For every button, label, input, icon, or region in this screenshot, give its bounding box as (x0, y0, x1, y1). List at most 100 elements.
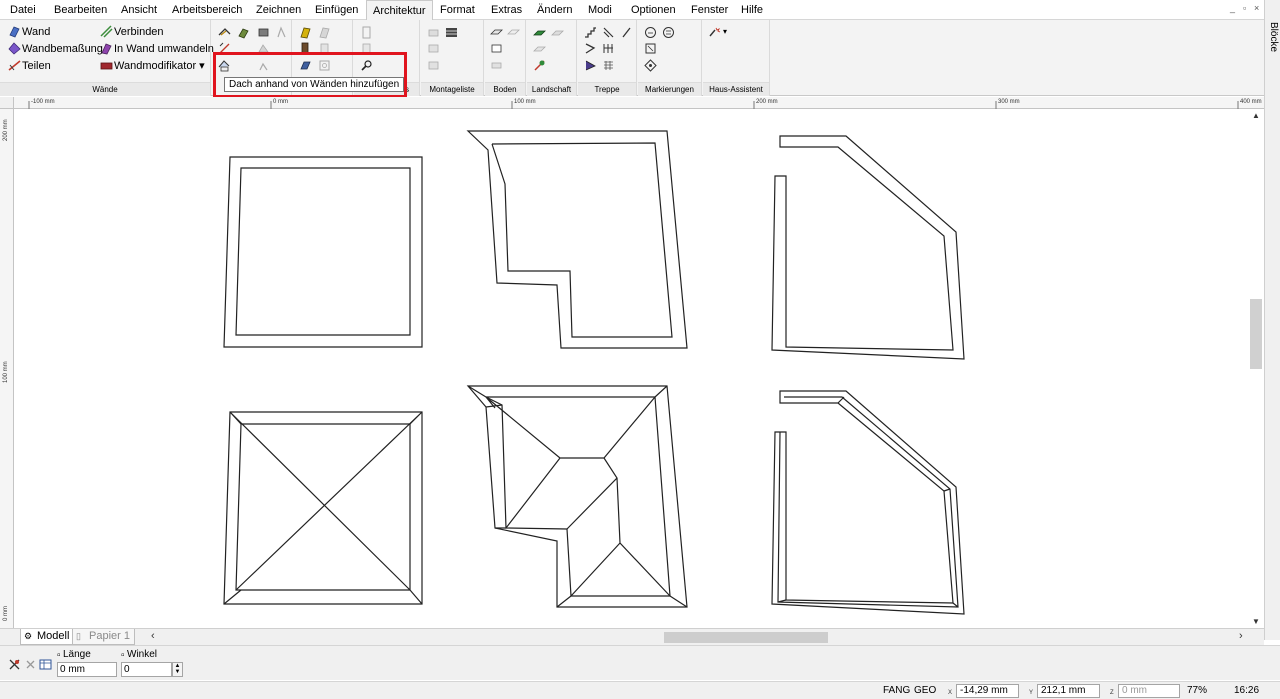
stair-icon[interactable] (584, 26, 597, 39)
menu-datei[interactable]: Datei (10, 0, 36, 20)
menu-format[interactable]: Format (440, 0, 475, 20)
roof-icon[interactable] (218, 26, 231, 39)
tab-papier-1[interactable]: ▯ Papier 1 (72, 629, 135, 645)
menu-architektur[interactable]: Architektur (366, 0, 433, 21)
in-wand-umwandeln-button[interactable]: In Wand umwandeln (114, 41, 214, 57)
z-coordinate: 0 mm (1118, 684, 1180, 698)
list-disabled-icon[interactable] (427, 26, 440, 39)
convert-to-wall-icon (100, 42, 113, 55)
hip-roof-square[interactable] (223, 411, 423, 605)
scroll-down-icon[interactable]: ▼ (1252, 617, 1260, 626)
restore-icon[interactable]: ▫ (1243, 3, 1246, 13)
scroll-right-icon[interactable]: › (1239, 630, 1243, 642)
wall-dimension-icon (8, 42, 21, 55)
blocks-panel-title[interactable]: Blöcke (1268, 22, 1279, 52)
open-walls[interactable] (771, 135, 965, 360)
menu-optionen[interactable]: Optionen (631, 0, 676, 20)
floor-edit-icon[interactable] (490, 42, 503, 55)
window-disabled-icon[interactable] (318, 26, 331, 39)
terrain-disabled-icon[interactable] (551, 26, 564, 39)
spiral-stair-icon[interactable] (602, 26, 615, 39)
marker-circle-icon[interactable] (644, 26, 657, 39)
drawing-canvas[interactable] (15, 109, 1248, 628)
verbinden-button[interactable]: Verbinden (114, 24, 164, 40)
horizontal-scroll-thumb[interactable] (664, 632, 828, 643)
command-table-icon[interactable] (39, 658, 52, 671)
wandbemassung-button[interactable]: Wandbemaßung (22, 41, 103, 57)
menu-hilfe[interactable]: Hilfe (741, 0, 763, 20)
menu-ansicht[interactable]: Ansicht (121, 0, 157, 20)
plant-icon[interactable] (533, 59, 546, 72)
menu-zeichnen[interactable]: Zeichnen (256, 0, 301, 20)
menu-fenster[interactable]: Fenster (691, 0, 728, 20)
hip-roof-l-shape[interactable] (466, 385, 688, 608)
zoom-level[interactable]: 77% (1187, 685, 1207, 696)
marker-diamond-icon[interactable] (644, 59, 657, 72)
clock: 16:26 (1234, 685, 1260, 696)
stair-grid-icon[interactable] (602, 42, 615, 55)
winkel-spinner[interactable]: ▲ ▼ (172, 662, 183, 677)
wandmodifikator-button[interactable]: Wandmodifikator ▾ (114, 58, 205, 74)
floor-icon[interactable] (490, 26, 503, 39)
open-walls-roof[interactable] (771, 390, 965, 615)
menu-modi[interactable]: Modi (588, 0, 612, 20)
tab-modell[interactable]: ⚙ Modell (20, 629, 75, 645)
column-disabled-icon[interactable] (360, 26, 373, 39)
laenge-input[interactable] (57, 662, 117, 677)
geo-toggle[interactable]: GEO (914, 685, 936, 696)
ribbon: Wand Wandbemaßung Teilen Verbinden In Wa… (0, 20, 1280, 96)
group-treppe: Treppe (578, 20, 637, 96)
ceiling-disabled-icon[interactable] (490, 59, 503, 72)
terrain-edit-disabled-icon[interactable] (533, 42, 546, 55)
scroll-up-icon[interactable]: ▲ (1252, 111, 1260, 120)
square-walls[interactable] (223, 156, 423, 348)
menu-bearbeiten[interactable]: Bearbeiten (54, 0, 107, 20)
table-icon[interactable] (445, 26, 458, 39)
stair-landing-icon[interactable] (584, 42, 597, 55)
group-label-boden: Boden (485, 82, 525, 96)
menu-arbeitsbereich[interactable]: Arbeitsbereich (172, 0, 242, 20)
group-label-haus-assistent: Haus-Assistent (703, 82, 769, 96)
ruler-label: 100 mm (514, 99, 536, 105)
ruler-label: 200 mm (3, 119, 9, 141)
menu-extras[interactable]: Extras (491, 0, 522, 20)
close-command-icon[interactable] (24, 658, 37, 671)
house-wizard-dropdown[interactable]: ▾ (723, 24, 727, 40)
wand-button[interactable]: Wand (22, 24, 50, 40)
marker-box-icon[interactable] (644, 42, 657, 55)
minimize-icon[interactable]: _ (1230, 3, 1235, 13)
railing-icon[interactable] (620, 26, 633, 39)
roof-slab-icon[interactable] (237, 26, 250, 39)
ruler-corner (0, 97, 14, 109)
vertical-scroll-thumb[interactable] (1250, 299, 1262, 369)
l-shape-walls[interactable] (466, 130, 688, 349)
z-axis-label: Z (1110, 690, 1114, 696)
close-icon[interactable]: × (1254, 3, 1259, 13)
snap-toggle[interactable]: FANG (883, 685, 910, 696)
terrain-icon[interactable] (533, 26, 546, 39)
menu-aendern[interactable]: Ändern (537, 0, 572, 20)
roof-dormer-icon[interactable] (275, 26, 288, 39)
floor-disabled-icon[interactable] (507, 26, 520, 39)
cancel-command-icon[interactable] (8, 658, 21, 671)
winkel-icon: ▫ (121, 650, 125, 661)
wall-icon (8, 25, 21, 38)
blocks-panel[interactable]: Blöcke (1264, 0, 1280, 640)
y-axis-label: Y (1029, 690, 1034, 696)
list-export-disabled-icon[interactable] (427, 59, 440, 72)
group-label-waende: Wände (0, 82, 210, 96)
vertical-scrollbar[interactable]: ▲ ▼ (1248, 109, 1264, 628)
teilen-button[interactable]: Teilen (22, 58, 51, 74)
window-icon[interactable] (299, 26, 312, 39)
stair-path-icon[interactable] (584, 59, 597, 72)
house-wizard-icon[interactable] (709, 26, 722, 39)
marker-circle-2-icon[interactable] (662, 26, 675, 39)
scroll-left-icon[interactable]: ‹ (151, 630, 155, 642)
horizontal-ruler: -100 mm 0 mm 100 mm 200 mm 300 mm 400 mm (14, 97, 1264, 109)
stair-pattern-icon[interactable] (602, 59, 615, 72)
winkel-input[interactable] (121, 662, 172, 677)
menu-einfuegen[interactable]: Einfügen (315, 0, 358, 20)
list-edit-disabled-icon[interactable] (427, 42, 440, 55)
roof-window-icon[interactable] (257, 26, 270, 39)
ruler-label: -100 mm (31, 99, 55, 105)
